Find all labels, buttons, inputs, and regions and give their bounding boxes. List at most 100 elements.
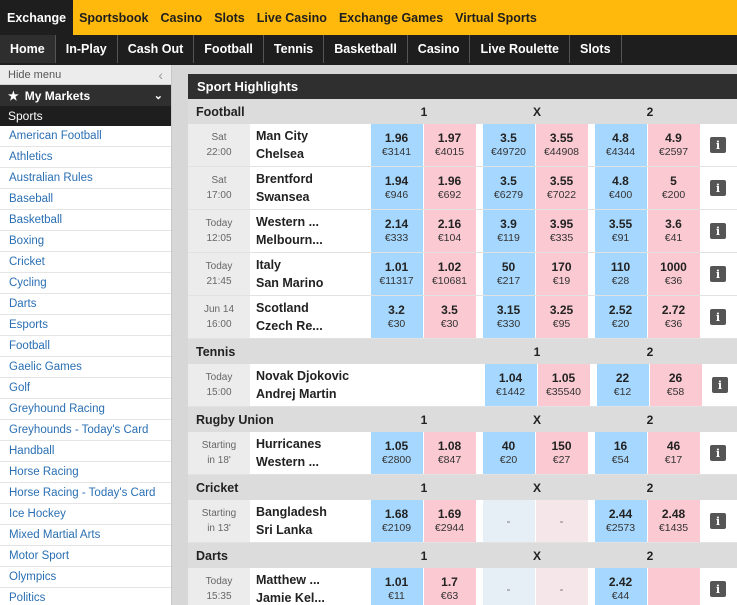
back-odds-cell[interactable]: 2.52 €20	[594, 296, 647, 338]
event-row[interactable]: Sat 22:00 Man City Chelsea 1.96 €3141 1.97 €401…	[188, 124, 737, 167]
sub-nav-tennis[interactable]: Tennis	[264, 35, 325, 63]
top-nav-sportsbook[interactable]: Sportsbook	[73, 0, 154, 35]
back-odds-cell[interactable]: 3.9 €119	[482, 210, 535, 252]
sidebar-item-horse-racing-today-s-card[interactable]: Horse Racing - Today's Card	[0, 483, 171, 504]
info-icon[interactable]: i	[712, 377, 728, 393]
back-odds-cell[interactable]: 1.01 €11	[370, 568, 423, 605]
event-teams[interactable]: Scotland Czech Re...	[250, 296, 370, 338]
lay-odds-cell[interactable]: 3.95 €335	[535, 210, 588, 252]
sidebar-item-gaelic-games[interactable]: Gaelic Games	[0, 357, 171, 378]
sub-nav-cash-out[interactable]: Cash Out	[118, 35, 195, 63]
back-odds-cell[interactable]: 1.96 €3141	[370, 124, 423, 166]
top-nav-exchange[interactable]: Exchange	[0, 0, 74, 35]
back-odds-cell[interactable]: 16 €54	[594, 432, 647, 474]
back-odds-cell[interactable]: 1.68 €2109	[370, 500, 423, 542]
lay-odds-cell[interactable]: 170 €19	[535, 253, 588, 295]
lay-odds-cell[interactable]: 3.55 €44908	[535, 124, 588, 166]
event-teams[interactable]: Western ... Melbourn...	[250, 210, 370, 252]
lay-odds-cell[interactable]: 1000 €36	[647, 253, 700, 295]
hide-menu-button[interactable]: Hide menu ‹	[0, 65, 171, 85]
info-icon[interactable]: i	[710, 309, 726, 325]
lay-odds-cell[interactable]: -	[535, 568, 588, 605]
event-row[interactable]: Today 15:35 Matthew ... Jamie Kel... 1.01 €11…	[188, 568, 737, 605]
sub-nav-in-play[interactable]: In-Play	[56, 35, 118, 63]
back-odds-cell[interactable]: 1.05 €2800	[370, 432, 423, 474]
lay-odds-cell[interactable]: 150 €27	[535, 432, 588, 474]
sub-nav-football[interactable]: Football	[194, 35, 264, 63]
sidebar-item-esports[interactable]: Esports	[0, 315, 171, 336]
lay-odds-cell[interactable]: 1.05 €35540	[537, 364, 590, 406]
event-teams[interactable]: Hurricanes Western ...	[250, 432, 370, 474]
lay-odds-cell[interactable]: 1.08 €847	[423, 432, 476, 474]
sidebar-item-football[interactable]: Football	[0, 336, 171, 357]
lay-odds-cell[interactable]: -	[535, 500, 588, 542]
top-nav-slots[interactable]: Slots	[208, 0, 251, 35]
sidebar-item-boxing[interactable]: Boxing	[0, 231, 171, 252]
back-odds-cell[interactable]: 3.5 €6279	[482, 167, 535, 209]
back-odds-cell[interactable]: -	[482, 568, 535, 605]
sidebar-item-cricket[interactable]: Cricket	[0, 252, 171, 273]
event-row[interactable]: Starting in 13' Bangladesh Sri Lanka 1.68 €21…	[188, 500, 737, 543]
info-icon[interactable]: i	[710, 223, 726, 239]
sidebar-item-mixed-martial-arts[interactable]: Mixed Martial Arts	[0, 525, 171, 546]
event-teams[interactable]: Novak Djokovic Andrej Martin	[250, 364, 370, 406]
lay-odds-cell[interactable]	[647, 568, 700, 605]
sidebar-item-australian-rules[interactable]: Australian Rules	[0, 168, 171, 189]
back-odds-cell[interactable]: 1.01 €11317	[370, 253, 423, 295]
back-odds-cell[interactable]: 22 €12	[596, 364, 649, 406]
back-odds-cell[interactable]: 2.14 €333	[370, 210, 423, 252]
sub-nav-basketball[interactable]: Basketball	[324, 35, 408, 63]
event-row[interactable]: Today 21:45 Italy San Marino 1.01 €11317 1.02 €…	[188, 253, 737, 296]
event-row[interactable]: Today 15:00 Novak Djokovic Andrej Martin 1.0…	[188, 364, 737, 407]
sidebar-item-politics[interactable]: Politics	[0, 588, 171, 605]
back-odds-cell[interactable]: 4.8 €4344	[594, 124, 647, 166]
lay-odds-cell[interactable]: 3.6 €41	[647, 210, 700, 252]
lay-odds-cell[interactable]: 1.97 €4015	[423, 124, 476, 166]
back-odds-cell[interactable]: 3.2 €30	[370, 296, 423, 338]
event-row[interactable]: Today 12:05 Western ... Melbourn... 2.14 €333…	[188, 210, 737, 253]
sidebar-item-cycling[interactable]: Cycling	[0, 273, 171, 294]
event-teams[interactable]: Bangladesh Sri Lanka	[250, 500, 370, 542]
info-icon[interactable]: i	[710, 266, 726, 282]
back-odds-cell[interactable]: 3.15 €330	[482, 296, 535, 338]
lay-odds-cell[interactable]: 5 €200	[647, 167, 700, 209]
sidebar-item-greyhounds-today-s-card[interactable]: Greyhounds - Today's Card	[0, 420, 171, 441]
back-odds-cell[interactable]: 40 €20	[482, 432, 535, 474]
sub-nav-casino[interactable]: Casino	[408, 35, 471, 63]
info-icon[interactable]: i	[710, 445, 726, 461]
event-row[interactable]: Starting in 18' Hurricanes Western ... 1.05 €…	[188, 432, 737, 475]
back-odds-cell[interactable]: 1.94 €946	[370, 167, 423, 209]
back-odds-cell[interactable]: 1.04 €1442	[484, 364, 537, 406]
back-odds-cell[interactable]: 3.55 €91	[594, 210, 647, 252]
sidebar-item-basketball[interactable]: Basketball	[0, 210, 171, 231]
event-teams[interactable]: Italy San Marino	[250, 253, 370, 295]
lay-odds-cell[interactable]: 1.7 €63	[423, 568, 476, 605]
back-odds-cell[interactable]: 2.42 €44	[594, 568, 647, 605]
lay-odds-cell[interactable]: 4.9 €2597	[647, 124, 700, 166]
lay-odds-cell[interactable]: 46 €17	[647, 432, 700, 474]
back-odds-cell[interactable]: 3.5 €49720	[482, 124, 535, 166]
event-row[interactable]: Sat 17:00 Brentford Swansea 1.94 €946 1.96 €692…	[188, 167, 737, 210]
info-icon[interactable]: i	[710, 180, 726, 196]
info-icon[interactable]: i	[710, 137, 726, 153]
sidebar-item-greyhound-racing[interactable]: Greyhound Racing	[0, 399, 171, 420]
lay-odds-cell[interactable]: 2.48 €1435	[647, 500, 700, 542]
sidebar-item-olympics[interactable]: Olympics	[0, 567, 171, 588]
lay-odds-cell[interactable]: 1.69 €2944	[423, 500, 476, 542]
top-nav-exchange-games[interactable]: Exchange Games	[333, 0, 449, 35]
sub-nav-slots[interactable]: Slots	[570, 35, 622, 63]
back-odds-cell[interactable]: 110 €28	[594, 253, 647, 295]
lay-odds-cell[interactable]: 2.72 €36	[647, 296, 700, 338]
event-teams[interactable]: Brentford Swansea	[250, 167, 370, 209]
event-teams[interactable]: Man City Chelsea	[250, 124, 370, 166]
my-markets-toggle[interactable]: ★ My Markets ⌄	[0, 85, 171, 106]
sidebar-item-athletics[interactable]: Athletics	[0, 147, 171, 168]
sidebar-item-handball[interactable]: Handball	[0, 441, 171, 462]
top-nav-casino[interactable]: Casino	[155, 0, 209, 35]
sub-nav-live-roulette[interactable]: Live Roulette	[470, 35, 570, 63]
back-odds-cell[interactable]: 4.8 €400	[594, 167, 647, 209]
sidebar-item-baseball[interactable]: Baseball	[0, 189, 171, 210]
event-row[interactable]: Jun 14 16:00 Scotland Czech Re... 3.2 €30 3.5 €…	[188, 296, 737, 339]
sidebar-item-darts[interactable]: Darts	[0, 294, 171, 315]
back-odds-cell[interactable]: -	[482, 500, 535, 542]
